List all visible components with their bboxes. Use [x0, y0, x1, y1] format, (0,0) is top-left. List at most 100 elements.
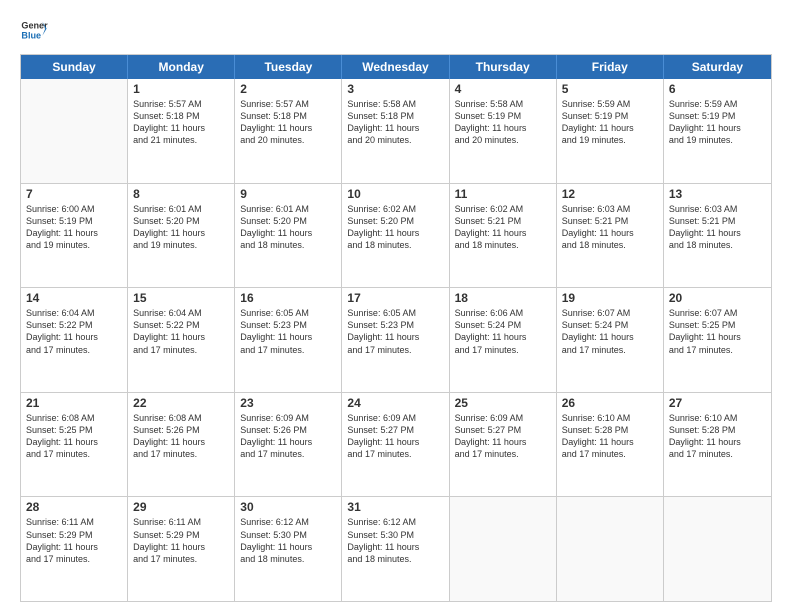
calendar-cell: 28 Sunrise: 6:11 AM Sunset: 5:29 PM Dayli… — [21, 497, 128, 601]
svg-text:Blue: Blue — [21, 30, 41, 40]
day-number: 20 — [669, 291, 766, 305]
calendar-cell: 8Sunrise: 6:01 AM Sunset: 5:20 PM Daylig… — [128, 184, 235, 288]
day-number: 16 — [240, 291, 336, 305]
calendar-cell: 20 Sunrise: 6:07 AM Sunset: 5:25 PM Dayli… — [664, 288, 771, 392]
cell-info: Sunrise: 6:08 AM Sunset: 5:25 PM Dayligh… — [26, 412, 122, 461]
cell-info: Sunrise: 5:58 AM Sunset: 5:18 PM Dayligh… — [347, 98, 443, 147]
cell-info: Sunrise: 5:59 AM Sunset: 5:19 PM Dayligh… — [562, 98, 658, 147]
cell-info: Sunrise: 6:05 AM Sunset: 5:23 PM Dayligh… — [240, 307, 336, 356]
header-day-wednesday: Wednesday — [342, 55, 449, 79]
cell-info: Sunrise: 6:12 AM Sunset: 5:30 PM Dayligh… — [347, 516, 443, 565]
cell-info: Sunrise: 5:57 AM Sunset: 5:18 PM Dayligh… — [240, 98, 336, 147]
calendar-cell: 10 Sunrise: 6:02 AM Sunset: 5:20 PM Dayli… — [342, 184, 449, 288]
calendar-cell: 17 Sunrise: 6:05 AM Sunset: 5:23 PM Dayli… — [342, 288, 449, 392]
day-number: 18 — [455, 291, 551, 305]
cell-info: Sunrise: 6:07 AM Sunset: 5:25 PM Dayligh… — [669, 307, 766, 356]
calendar-cell: 19 Sunrise: 6:07 AM Sunset: 5:24 PM Dayli… — [557, 288, 664, 392]
cell-info: Sunrise: 6:09 AM Sunset: 5:26 PM Dayligh… — [240, 412, 336, 461]
day-number: 1 — [133, 82, 229, 96]
calendar-cell: 25 Sunrise: 6:09 AM Sunset: 5:27 PM Dayli… — [450, 393, 557, 497]
day-number: 30 — [240, 500, 336, 514]
day-number: 28 — [26, 500, 122, 514]
calendar-cell: 16 Sunrise: 6:05 AM Sunset: 5:23 PM Dayli… — [235, 288, 342, 392]
day-number: 25 — [455, 396, 551, 410]
day-number: 7 — [26, 187, 122, 201]
day-number: 17 — [347, 291, 443, 305]
day-number: 23 — [240, 396, 336, 410]
cell-info: Sunrise: 6:12 AM Sunset: 5:30 PM Dayligh… — [240, 516, 336, 565]
cell-info: Sunrise: 6:06 AM Sunset: 5:24 PM Dayligh… — [455, 307, 551, 356]
calendar-cell: 24Sunrise: 6:09 AM Sunset: 5:27 PM Dayli… — [342, 393, 449, 497]
cell-info: Sunrise: 6:04 AM Sunset: 5:22 PM Dayligh… — [26, 307, 122, 356]
cell-info: Sunrise: 6:03 AM Sunset: 5:21 PM Dayligh… — [562, 203, 658, 252]
cell-info: Sunrise: 6:10 AM Sunset: 5:28 PM Dayligh… — [562, 412, 658, 461]
cell-info: Sunrise: 6:02 AM Sunset: 5:20 PM Dayligh… — [347, 203, 443, 252]
day-number: 13 — [669, 187, 766, 201]
calendar-cell: 31 Sunrise: 6:12 AM Sunset: 5:30 PM Dayli… — [342, 497, 449, 601]
calendar-cell: 22 Sunrise: 6:08 AM Sunset: 5:26 PM Dayli… — [128, 393, 235, 497]
calendar-cell: 11 Sunrise: 6:02 AM Sunset: 5:21 PM Dayli… — [450, 184, 557, 288]
day-number: 27 — [669, 396, 766, 410]
calendar-cell: 21 Sunrise: 6:08 AM Sunset: 5:25 PM Dayli… — [21, 393, 128, 497]
day-number: 19 — [562, 291, 658, 305]
cell-info: Sunrise: 6:00 AM Sunset: 5:19 PM Dayligh… — [26, 203, 122, 252]
day-number: 11 — [455, 187, 551, 201]
calendar-week-3: 14 Sunrise: 6:04 AM Sunset: 5:22 PM Dayli… — [21, 288, 771, 393]
calendar-cell: 7 Sunrise: 6:00 AM Sunset: 5:19 PM Daylig… — [21, 184, 128, 288]
day-number: 21 — [26, 396, 122, 410]
header-day-thursday: Thursday — [450, 55, 557, 79]
cell-info: Sunrise: 6:07 AM Sunset: 5:24 PM Dayligh… — [562, 307, 658, 356]
cell-info: Sunrise: 5:58 AM Sunset: 5:19 PM Dayligh… — [455, 98, 551, 147]
calendar-week-5: 28 Sunrise: 6:11 AM Sunset: 5:29 PM Dayli… — [21, 497, 771, 601]
calendar-cell: 3Sunrise: 5:58 AM Sunset: 5:18 PM Daylig… — [342, 79, 449, 183]
calendar-cell — [21, 79, 128, 183]
cell-info: Sunrise: 6:05 AM Sunset: 5:23 PM Dayligh… — [347, 307, 443, 356]
calendar-week-2: 7 Sunrise: 6:00 AM Sunset: 5:19 PM Daylig… — [21, 184, 771, 289]
day-number: 4 — [455, 82, 551, 96]
day-number: 10 — [347, 187, 443, 201]
cell-info: Sunrise: 6:02 AM Sunset: 5:21 PM Dayligh… — [455, 203, 551, 252]
calendar-cell: 5 Sunrise: 5:59 AM Sunset: 5:19 PM Daylig… — [557, 79, 664, 183]
calendar-cell: 29 Sunrise: 6:11 AM Sunset: 5:29 PM Dayli… — [128, 497, 235, 601]
day-number: 8 — [133, 187, 229, 201]
calendar-body: 1 Sunrise: 5:57 AM Sunset: 5:18 PM Daylig… — [21, 79, 771, 601]
day-number: 31 — [347, 500, 443, 514]
logo: General Blue — [20, 16, 48, 44]
logo-icon: General Blue — [20, 16, 48, 44]
calendar-week-1: 1 Sunrise: 5:57 AM Sunset: 5:18 PM Daylig… — [21, 79, 771, 184]
calendar-week-4: 21 Sunrise: 6:08 AM Sunset: 5:25 PM Dayli… — [21, 393, 771, 498]
cell-info: Sunrise: 6:04 AM Sunset: 5:22 PM Dayligh… — [133, 307, 229, 356]
calendar-cell: 23 Sunrise: 6:09 AM Sunset: 5:26 PM Dayli… — [235, 393, 342, 497]
calendar-cell: 1 Sunrise: 5:57 AM Sunset: 5:18 PM Daylig… — [128, 79, 235, 183]
day-number: 29 — [133, 500, 229, 514]
cell-info: Sunrise: 6:09 AM Sunset: 5:27 PM Dayligh… — [455, 412, 551, 461]
calendar-cell: 4 Sunrise: 5:58 AM Sunset: 5:19 PM Daylig… — [450, 79, 557, 183]
cell-info: Sunrise: 6:11 AM Sunset: 5:29 PM Dayligh… — [26, 516, 122, 565]
cell-info: Sunrise: 6:08 AM Sunset: 5:26 PM Dayligh… — [133, 412, 229, 461]
calendar-cell: 13 Sunrise: 6:03 AM Sunset: 5:21 PM Dayli… — [664, 184, 771, 288]
calendar-cell: 27 Sunrise: 6:10 AM Sunset: 5:28 PM Dayli… — [664, 393, 771, 497]
calendar-cell: 14 Sunrise: 6:04 AM Sunset: 5:22 PM Dayli… — [21, 288, 128, 392]
day-number: 14 — [26, 291, 122, 305]
calendar-cell: 9Sunrise: 6:01 AM Sunset: 5:20 PM Daylig… — [235, 184, 342, 288]
calendar-cell: 18 Sunrise: 6:06 AM Sunset: 5:24 PM Dayli… — [450, 288, 557, 392]
calendar-cell: 15 Sunrise: 6:04 AM Sunset: 5:22 PM Dayli… — [128, 288, 235, 392]
day-number: 15 — [133, 291, 229, 305]
calendar-header: SundayMondayTuesdayWednesdayThursdayFrid… — [21, 55, 771, 79]
cell-info: Sunrise: 6:03 AM Sunset: 5:21 PM Dayligh… — [669, 203, 766, 252]
header-day-tuesday: Tuesday — [235, 55, 342, 79]
calendar: SundayMondayTuesdayWednesdayThursdayFrid… — [20, 54, 772, 602]
day-number: 5 — [562, 82, 658, 96]
calendar-cell: 6Sunrise: 5:59 AM Sunset: 5:19 PM Daylig… — [664, 79, 771, 183]
cell-info: Sunrise: 6:10 AM Sunset: 5:28 PM Dayligh… — [669, 412, 766, 461]
calendar-cell: 12Sunrise: 6:03 AM Sunset: 5:21 PM Dayli… — [557, 184, 664, 288]
day-number: 22 — [133, 396, 229, 410]
calendar-cell: 26Sunrise: 6:10 AM Sunset: 5:28 PM Dayli… — [557, 393, 664, 497]
cell-info: Sunrise: 5:57 AM Sunset: 5:18 PM Dayligh… — [133, 98, 229, 147]
cell-info: Sunrise: 6:09 AM Sunset: 5:27 PM Dayligh… — [347, 412, 443, 461]
calendar-cell — [664, 497, 771, 601]
calendar-cell — [557, 497, 664, 601]
day-number: 9 — [240, 187, 336, 201]
cell-info: Sunrise: 6:11 AM Sunset: 5:29 PM Dayligh… — [133, 516, 229, 565]
day-number: 2 — [240, 82, 336, 96]
